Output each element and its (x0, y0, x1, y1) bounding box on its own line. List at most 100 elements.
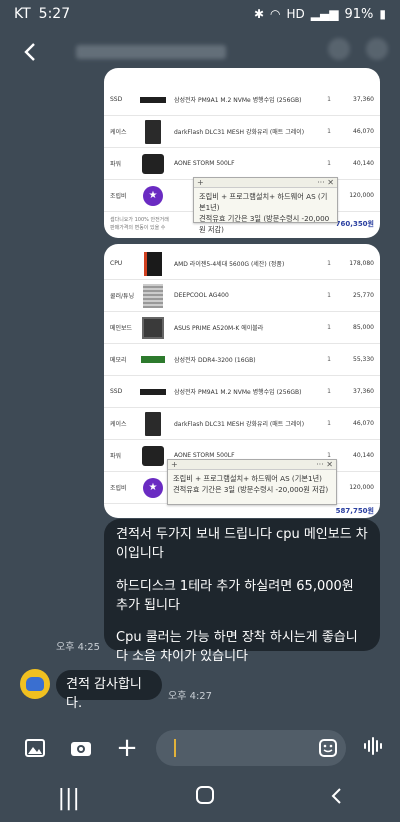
voice-input-button[interactable] (362, 736, 386, 760)
ram-image-icon (141, 356, 165, 363)
row-category: 메인보드 (110, 325, 133, 332)
star-image-icon: ★ (143, 477, 163, 498)
product-name: ASUS PRIME A520M-K 에이블라 (174, 325, 264, 332)
row-category: 파워 (110, 453, 122, 460)
ssd-image-icon (140, 96, 166, 103)
plus-icon: + (116, 733, 138, 763)
product-thumbnail (136, 119, 170, 144)
product-qty: 1 (327, 128, 331, 135)
sender-avatar[interactable] (20, 669, 50, 699)
home-icon (196, 786, 215, 804)
clock: 5:27 (38, 6, 71, 22)
product-thumbnail (136, 411, 170, 436)
text-cursor (174, 739, 176, 757)
search-icon[interactable] (328, 38, 350, 60)
product-thumbnail (136, 153, 170, 174)
message-paragraph-3: Cpu 쿨러는 가능 하면 장착 하시는게 좋습니다 소음 차이가 있습니다 (116, 630, 358, 665)
product-price: 37,360 (353, 388, 374, 395)
add-attachment-button[interactable]: + (104, 728, 150, 768)
psu-image-icon (142, 445, 164, 466)
product-thumbnail: ★ (136, 477, 170, 498)
row-category: 메모리 (110, 357, 127, 364)
row-category: 케이스 (110, 129, 127, 136)
case-image-icon (145, 119, 161, 144)
camera-button[interactable] (58, 728, 104, 768)
chat-title-blurred[interactable] (76, 45, 226, 59)
product-qty: 1 (327, 324, 331, 331)
memo-line-1: 조립비 + 프로그램설치+ 하드웨어 AS (기본1년) (199, 192, 328, 213)
product-price: 25,770 (353, 292, 374, 299)
psu-image-icon (142, 153, 164, 174)
product-thumbnail: ★ (136, 185, 170, 206)
wifi-icon: ◠ (270, 7, 281, 21)
memo-line-2: 견적유효 기간은 3일 (방문수령시 -20,000원 저감) (199, 214, 330, 235)
estimate-row: SSD 삼성전자 PM9A1 M.2 NVMe 병행수입 (256GB) 1 37,3… (104, 84, 380, 116)
product-name: AONE STORM 500LF (174, 160, 235, 167)
product-qty: 1 (327, 452, 331, 459)
gallery-button[interactable] (12, 728, 58, 768)
back-button[interactable] (8, 30, 52, 74)
row-category: SSD (110, 96, 123, 103)
memo-header: + ··· ✕ (194, 178, 337, 188)
estimate-total: 760,350원 (335, 220, 374, 228)
battery-label: 91% (344, 6, 374, 22)
message-paragraph-1: 견적서 두가지 보내 드립니다 cpu 메인보드 차이입니다 (116, 527, 368, 561)
product-qty: 1 (327, 96, 331, 103)
menu-icon[interactable] (366, 38, 388, 60)
message-text: 견적 감사합니다. (66, 677, 142, 711)
product-price: 120,000 (349, 484, 374, 491)
product-thumbnail (136, 283, 170, 308)
back-arrow-icon (24, 43, 35, 61)
row-category: 파워 (110, 161, 122, 168)
product-thumbnail (136, 445, 170, 466)
product-qty: 1 (327, 356, 331, 363)
back-nav-button[interactable] (330, 786, 342, 811)
row-category: 케이스 (110, 421, 127, 428)
image-icon (25, 739, 45, 757)
product-qty: 1 (327, 292, 331, 299)
estimate-row: 메인보드 ASUS PRIME A520M-K 에이블라 1 85,000 (104, 312, 380, 344)
cpu-image-icon (144, 251, 162, 276)
product-qty: 1 (327, 160, 331, 167)
more-icon: ··· ✕ (317, 178, 334, 187)
product-name: 삼성전자 DDR4-3200 (16GB) (174, 357, 256, 364)
estimate-row: 쿨러/튜닝 DEEPCOOL AG400 1 25,770 (104, 280, 380, 312)
product-thumbnail (136, 96, 170, 103)
product-price: 37,360 (353, 96, 374, 103)
row-category: 조립비 (110, 193, 127, 200)
estimate-row: SSD 삼성전자 PM9A1 M.2 NVMe 병행수입 (256GB) 1 37,3… (104, 376, 380, 408)
row-category: SSD (110, 388, 123, 395)
product-price: 178,080 (349, 260, 374, 267)
product-price: 120,000 (349, 192, 374, 199)
row-category: CPU (110, 260, 123, 267)
sticker-icon (319, 739, 337, 757)
product-qty: 1 (327, 260, 331, 267)
mb-image-icon (142, 316, 164, 339)
message-input[interactable] (156, 730, 346, 766)
estimate-memo-1: + ··· ✕ 조립비 + 프로그램설치+ 하드웨어 AS (기본1년) 견적유효… (193, 177, 338, 234)
bluetooth-icon: ✱ (253, 7, 265, 21)
row-category: 조립비 (110, 485, 127, 492)
product-price: 46,070 (353, 128, 374, 135)
estimate-row: CPU AMD 라이젠5-4세대 5600G (세잔) (정품) 1 178,080 (104, 248, 380, 280)
ssd-image-icon (140, 388, 166, 395)
product-price: 85,000 (353, 324, 374, 331)
case-image-icon (145, 411, 161, 436)
product-price: 40,140 (353, 452, 374, 459)
message-bubble[interactable]: 견적 감사합니다. (56, 670, 162, 711)
row-category: 쿨러/튜닝 (110, 293, 135, 300)
product-thumbnail (136, 388, 170, 395)
recent-apps-button[interactable]: ||| (58, 786, 80, 811)
voice-wave-icon (364, 737, 382, 755)
sticker-button[interactable] (318, 738, 338, 758)
estimate-row: 케이스 darkFlash DLC31 MESH 강화유리 (매트 그레이) 1 46… (104, 116, 380, 148)
avatar-character-icon (26, 677, 44, 691)
message-time: 오후 4:25 (56, 642, 101, 653)
product-name: AMD 라이젠5-4세대 5600G (세잔) (정품) (174, 261, 285, 268)
product-name: darkFlash DLC31 MESH 강화유리 (매트 그레이) (174, 421, 305, 428)
estimate-memo-2: + ··· ✕ 조립비 + 프로그램설치+ 하드웨어 AS (기본1년) 견적유효… (167, 459, 337, 505)
home-button[interactable] (195, 785, 215, 811)
memo-line-1: 조립비 + 프로그램설치+ 하드웨어 AS (기본1년) (173, 474, 322, 483)
back-nav-icon (331, 787, 342, 804)
message-bubble[interactable]: 견적서 두가지 보내 드립니다 cpu 메인보드 차이입니다 하드디스크 1테라… (104, 519, 380, 664)
